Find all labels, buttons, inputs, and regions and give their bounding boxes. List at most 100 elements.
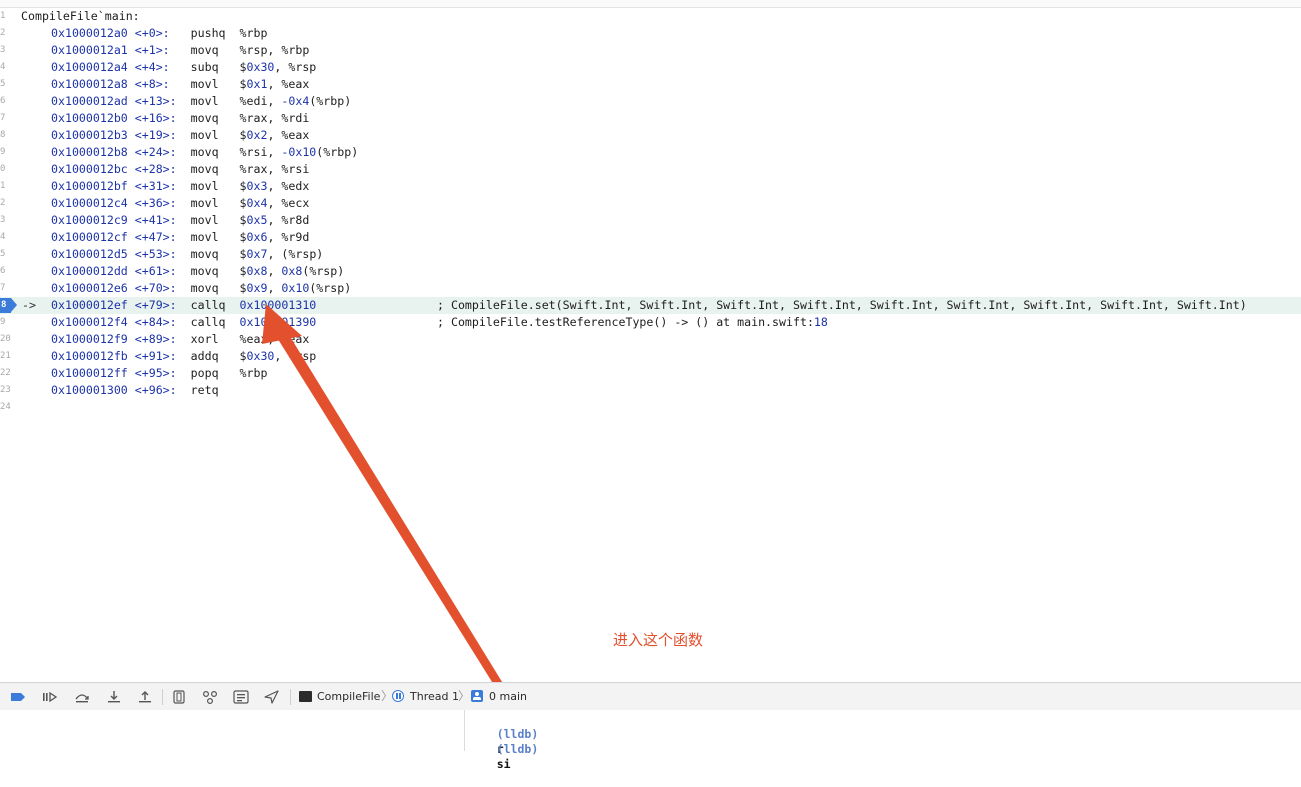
instruction-line[interactable]: 4 0x1000012cf <+47>: movl $0x6, %r9d: [0, 229, 1301, 246]
breadcrumb-target[interactable]: CompileFile: [317, 683, 380, 710]
breadcrumb-frame[interactable]: 0 main: [489, 683, 527, 710]
simulate-location-button[interactable]: [263, 688, 281, 706]
terminal-app-icon: [299, 691, 312, 702]
step-out-button[interactable]: [136, 688, 154, 706]
instruction-address: 0x1000012cf: [51, 230, 128, 244]
line-number: 6: [0, 96, 6, 106]
instruction-text: 0x1000012b3 <+19>: movl $0x2, %eax: [51, 127, 309, 144]
instruction-mnemonic: movq: [190, 281, 219, 295]
step-over-button[interactable]: [73, 688, 91, 706]
numeric-literal: 0x9: [246, 281, 268, 295]
instruction-line[interactable]: 6 0x1000012dd <+61>: movq $0x8, 0x8(%rsp): [0, 263, 1301, 280]
instruction-text: 0x1000012bf <+31>: movl $0x3, %edx: [51, 178, 309, 195]
breadcrumb-chevron-icon: 〉: [458, 689, 471, 703]
instruction-offset: <+91>:: [134, 349, 177, 363]
instruction-operands: %rax, %rsi: [239, 162, 310, 176]
disassembly-editor[interactable]: 1 CompileFile`main: 2 0x1000012a0 <+0>: p…: [0, 0, 1301, 682]
instruction-address: 0x1000012ad: [51, 94, 128, 108]
line-number: 1: [0, 11, 6, 21]
debug-view-hierarchy-button[interactable]: [170, 688, 188, 706]
breakpoints-toggle-button[interactable]: [9, 688, 27, 706]
instruction-offset: <+28>:: [134, 162, 177, 176]
instruction-text: 0x1000012a0 <+0>: pushq %rbp: [51, 25, 267, 42]
line-number: 23: [0, 385, 11, 395]
instruction-line[interactable]: 2 0x1000012c4 <+36>: movl $0x4, %ecx: [0, 195, 1301, 212]
instruction-offset: <+47>:: [134, 230, 177, 244]
instruction-operands: %eax, %eax: [239, 332, 310, 346]
instruction-line[interactable]: 5 0x1000012d5 <+53>: movq $0x7, (%rsp): [0, 246, 1301, 263]
instruction-operands: $0x7, (%rsp): [239, 247, 324, 261]
instruction-line[interactable]: 20 0x1000012f9 <+89>: xorl %eax, %eax: [0, 331, 1301, 348]
instruction-text: 0x1000012c4 <+36>: movl $0x4, %ecx: [51, 195, 309, 212]
line-number: 3: [0, 45, 6, 55]
program-counter-icon[interactable]: 8: [0, 298, 17, 313]
instruction-line[interactable]: 1 0x1000012bf <+31>: movl $0x3, %edx: [0, 178, 1301, 195]
memory-graph-button[interactable]: [201, 688, 219, 706]
instruction-line[interactable]: 9 0x1000012b8 <+24>: movq %rsi, -0x10(%rb…: [0, 144, 1301, 161]
breakpoint-icon: [11, 693, 25, 701]
numeric-literal: 0x1: [246, 77, 268, 91]
instruction-line[interactable]: 21 0x1000012fb <+91>: addq $0x30, %rsp: [0, 348, 1301, 365]
environment-overrides-button[interactable]: [232, 688, 250, 706]
source-line[interactable]: 24: [0, 399, 1301, 416]
instruction-line[interactable]: 2 0x1000012a0 <+0>: pushq %rbp: [0, 25, 1301, 42]
numeric-literal: -0x4: [281, 94, 310, 108]
breadcrumb-thread[interactable]: Thread 1: [410, 683, 459, 710]
instruction-line[interactable]: 23 0x100001300 <+96>: retq: [0, 382, 1301, 399]
instruction-text: 0x1000012d5 <+53>: movq $0x7, (%rsp): [51, 246, 323, 263]
instruction-line[interactable]: 8 0x1000012b3 <+19>: movl $0x2, %eax: [0, 127, 1301, 144]
instruction-text: 0x1000012ef <+79>: callq 0x100001310: [51, 297, 316, 314]
instruction-operands: $0x9, 0x10(%rsp): [239, 281, 352, 295]
numeric-literal: 0x100001310: [239, 298, 317, 312]
instruction-line[interactable]: 7 0x1000012b0 <+16>: movq %rax, %rdi: [0, 110, 1301, 127]
instruction-operands: $0x3, %edx: [239, 179, 310, 193]
continue-button[interactable]: [41, 688, 59, 706]
instruction-line[interactable]: 0 0x1000012bc <+28>: movq %rax, %rsi: [0, 161, 1301, 178]
instruction-mnemonic: movq: [190, 111, 219, 125]
console-command: si: [496, 757, 511, 771]
instruction-operands: %rsi, -0x10(%rbp): [239, 145, 359, 159]
instruction-line[interactable]: 4 0x1000012a4 <+4>: subq $0x30, %rsp: [0, 59, 1301, 76]
environment-overrides-icon: [233, 690, 249, 704]
instruction-offset: <+70>:: [134, 281, 177, 295]
line-number: 3: [0, 215, 6, 225]
lldb-console[interactable]: (lldb) r (lldb) si: [465, 710, 1301, 771]
source-line[interactable]: 1 CompileFile`main:: [0, 8, 1301, 25]
instruction-mnemonic: movq: [190, 247, 219, 261]
console-line: (lldb) r: [469, 712, 539, 756]
line-number: 0: [0, 164, 6, 174]
instruction-operands: %rbp: [239, 366, 268, 380]
instruction-line[interactable]: 22 0x1000012ff <+95>: popq %rbp: [0, 365, 1301, 382]
line-number: 2: [0, 28, 6, 38]
instruction-address: 0x1000012a8: [51, 77, 128, 91]
instruction-line[interactable]: 3 0x1000012c9 <+41>: movl $0x5, %r8d: [0, 212, 1301, 229]
instruction-line[interactable]: 6 0x1000012ad <+13>: movl %edi, -0x4(%rbp…: [0, 93, 1301, 110]
instruction-operands: 0x100001390: [240, 315, 317, 329]
step-into-icon: [108, 691, 120, 703]
instruction-line[interactable]: 3 0x1000012a1 <+1>: movq %rsp, %rbp: [0, 42, 1301, 59]
instruction-operands: $0x5, %r8d: [239, 213, 310, 227]
line-number: 21: [0, 351, 11, 361]
instruction-line[interactable]: 9 0x1000012f4 <+84>: callq 0x100001390 ; C…: [0, 314, 1301, 331]
current-instruction-line[interactable]: 8 -> 0x1000012ef <+79>: callq 0x100001310;…: [0, 297, 1301, 314]
instruction-offset: <+13>:: [134, 94, 177, 108]
numeric-literal: -0x10: [281, 145, 317, 159]
instruction-text: 0x1000012a8 <+8>: movl $0x1, %eax: [51, 76, 309, 93]
numeric-literal: 0x6: [246, 230, 268, 244]
instruction-offset: <+79>:: [134, 298, 177, 312]
instruction-line[interactable]: 7 0x1000012e6 <+70>: movq $0x9, 0x10(%rsp…: [0, 280, 1301, 297]
step-into-button[interactable]: [105, 688, 123, 706]
variables-view[interactable]: [0, 710, 465, 751]
instruction-line[interactable]: 5 0x1000012a8 <+8>: movl $0x1, %eax: [0, 76, 1301, 93]
